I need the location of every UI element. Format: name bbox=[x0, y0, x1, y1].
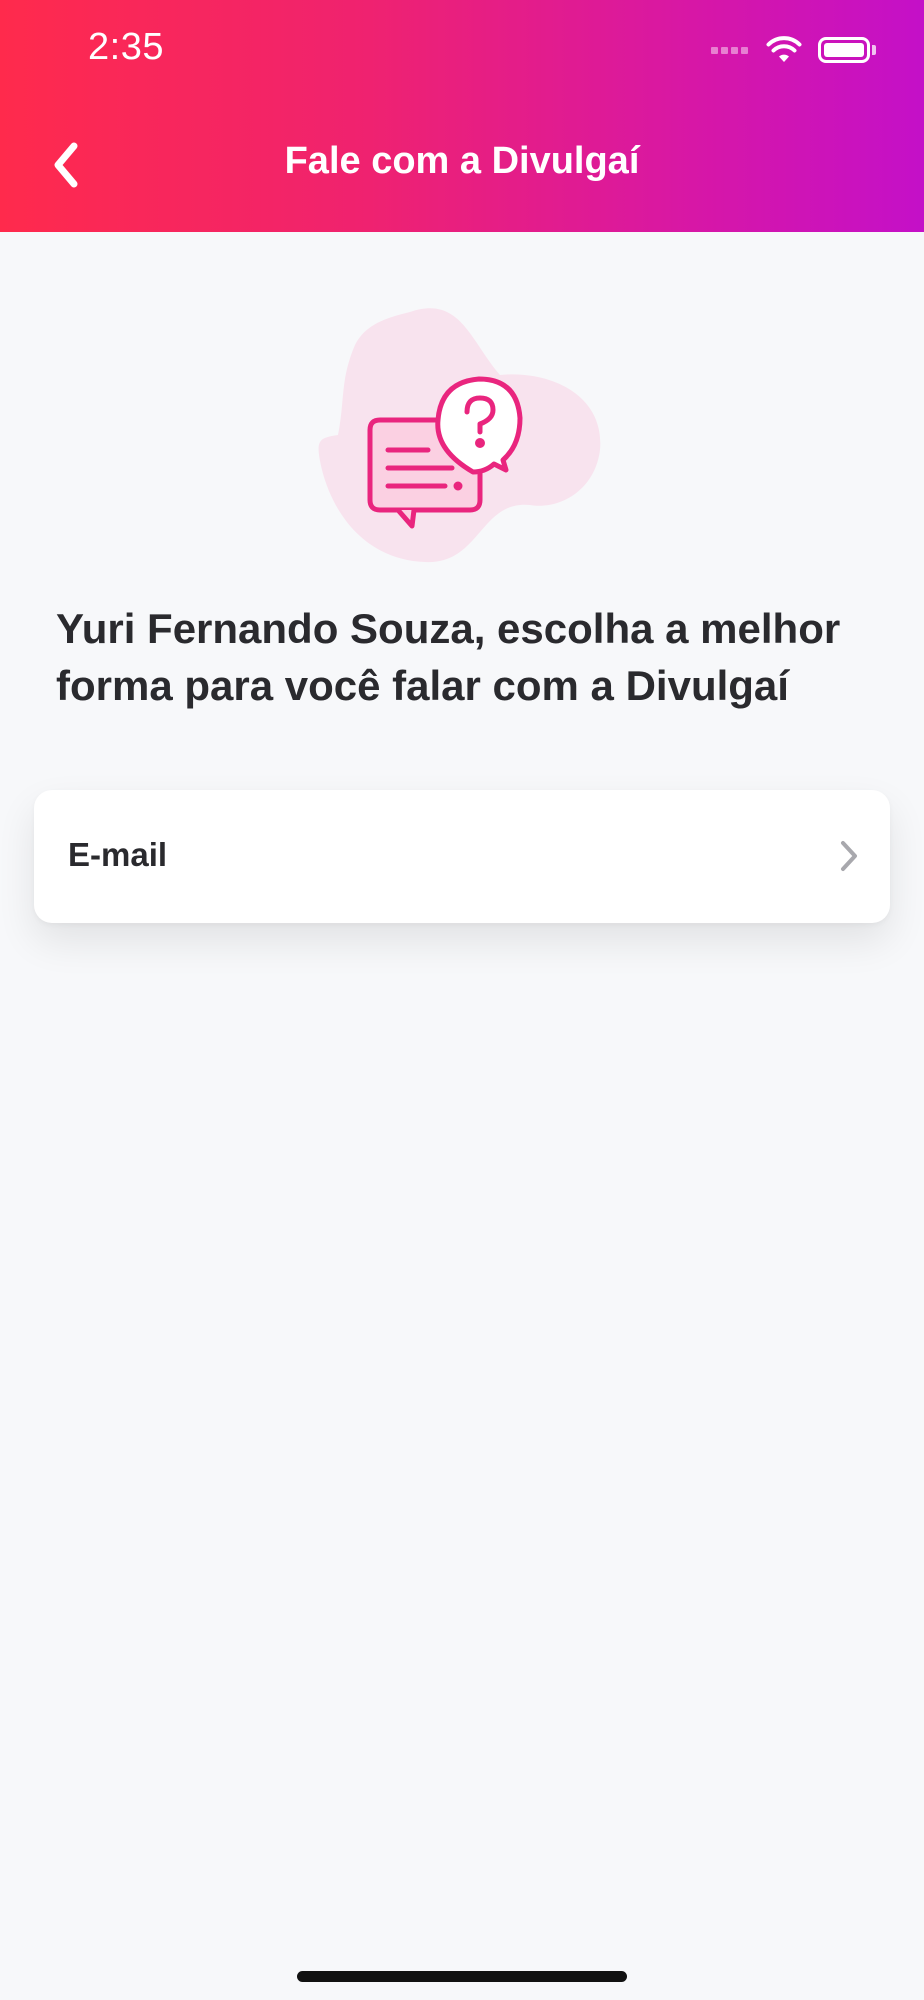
wifi-icon bbox=[766, 36, 802, 62]
status-icons bbox=[711, 30, 876, 70]
battery-icon bbox=[818, 37, 870, 63]
home-indicator bbox=[297, 1971, 627, 1982]
status-time: 2:35 bbox=[88, 26, 164, 68]
page-title: Fale com a Divulgaí bbox=[284, 140, 640, 182]
chat-question-icon bbox=[318, 308, 601, 563]
email-option-label: E-mail bbox=[68, 836, 168, 873]
chevron-right-icon bbox=[841, 841, 857, 871]
email-option-button[interactable]: E-mail bbox=[34, 790, 890, 923]
headline: Yuri Fernando Souza, escolha a melhor fo… bbox=[56, 605, 841, 709]
cellular-signal-icon bbox=[711, 46, 748, 54]
app-header: 2:35 Fale com a Divulgaí bbox=[0, 0, 924, 232]
